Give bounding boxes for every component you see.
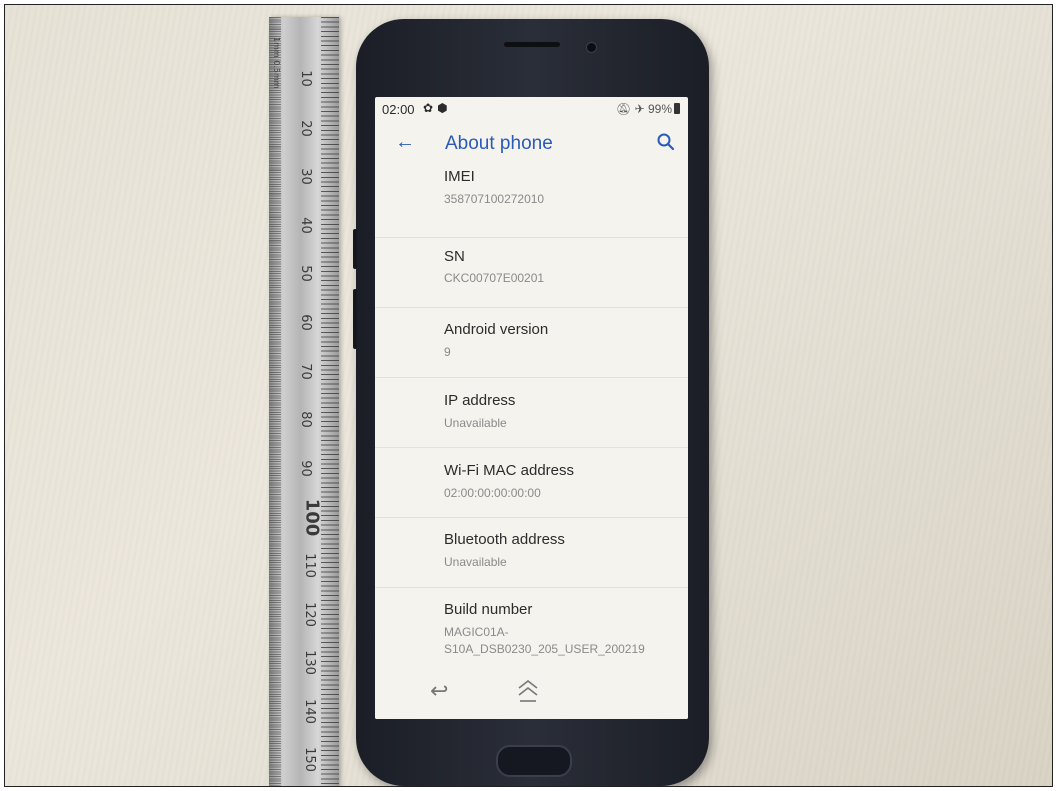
nav-back-icon[interactable]: ↩ [430,679,448,704]
ruler-unit-label: 1mm 0.5mm [272,37,281,89]
item-title: Android version [444,321,549,338]
ruler-number: 80 [297,411,313,428]
ruler-number: 60 [297,314,313,331]
app-toolbar: ← About phone [375,121,688,167]
item-title: Bluetooth address [444,531,565,548]
item-title: Build number [444,601,533,618]
ruler-number: 70 [297,363,313,380]
volume-button[interactable] [353,229,357,269]
ruler-number: 40 [297,217,313,234]
phone-screen: 02:00 ✿⬢ 🔕︎ ✈ 99% ← About phone IMEI 358… [375,97,688,719]
photo-frame: 1mm 0.5mm 10 20 30 40 50 60 70 80 90 100… [4,4,1053,787]
power-button[interactable] [353,289,357,349]
list-item-imei[interactable]: IMEI 358707100272010 [375,167,688,237]
ruler-number: 100 [301,498,323,537]
status-right: 🔕︎ ✈ 99% [616,102,680,116]
navigation-bar: ↩ [375,673,688,719]
ruler-number: 110 [301,553,317,578]
item-value: 358707100272010 [444,192,545,206]
arrow-left-icon[interactable]: ← [395,131,415,154]
item-title: SN [444,248,465,265]
ruler-number: 50 [297,265,313,282]
ruler-number: 130 [301,650,317,675]
steel-ruler: 1mm 0.5mm 10 20 30 40 50 60 70 80 90 100… [269,17,339,786]
status-time: 02:00 [382,102,415,117]
item-title: IMEI [444,168,475,185]
search-icon[interactable] [656,132,676,152]
ruler-number: 20 [297,120,313,137]
list-item-build-number[interactable]: Build number MAGIC01A- S10A_DSB0230_205_… [375,587,688,676]
ruler-fine-ticks [269,17,281,786]
list-item-sn[interactable]: SN CKC00707E00201 [375,237,688,308]
earpiece-speaker [504,42,560,47]
ruler-number: 120 [301,602,317,627]
item-title: IP address [444,392,516,409]
item-value: 9 [444,345,451,359]
ruler-number: 10 [297,70,313,87]
item-value: Unavailable [444,555,507,569]
item-value: Unavailable [444,416,507,430]
ruler-number: 90 [297,460,313,477]
list-item-android-version[interactable]: Android version 9 [375,307,688,378]
fingerprint-sensor[interactable] [496,745,572,777]
status-bar: 02:00 ✿⬢ 🔕︎ ✈ 99% [375,97,688,121]
battery-percent: 99% [647,102,672,116]
page-title: About phone [445,133,553,154]
item-value: MAGIC01A- S10A_DSB0230_205_USER_200219 [444,625,645,656]
smartphone: 02:00 ✿⬢ 🔕︎ ✈ 99% ← About phone IMEI 358… [353,19,709,786]
status-left-icons: ✿⬢ [423,101,452,115]
nav-home-icon[interactable] [515,677,541,705]
ruler-number: 150 [301,747,317,772]
gear-icon: ✿ [423,101,438,115]
mute-icon: 🔕︎ [615,102,632,116]
ruler-mm-ticks [321,17,339,786]
item-title: Wi-Fi MAC address [444,462,575,479]
item-value: CKC00707E00201 [444,271,545,285]
shield-icon: ⬢ [437,101,452,115]
ruler-number: 30 [297,168,313,185]
item-value: 02:00:00:00:00:00 [444,486,541,500]
front-camera [586,42,597,53]
airplane-icon: ✈ [634,102,645,116]
list-item-bluetooth[interactable]: Bluetooth address Unavailable [375,517,688,588]
battery-icon [674,103,680,114]
list-item-wifi-mac[interactable]: Wi-Fi MAC address 02:00:00:00:00:00 [375,447,688,518]
list-item-ip-address[interactable]: IP address Unavailable [375,377,688,448]
ruler-number: 140 [301,699,317,724]
